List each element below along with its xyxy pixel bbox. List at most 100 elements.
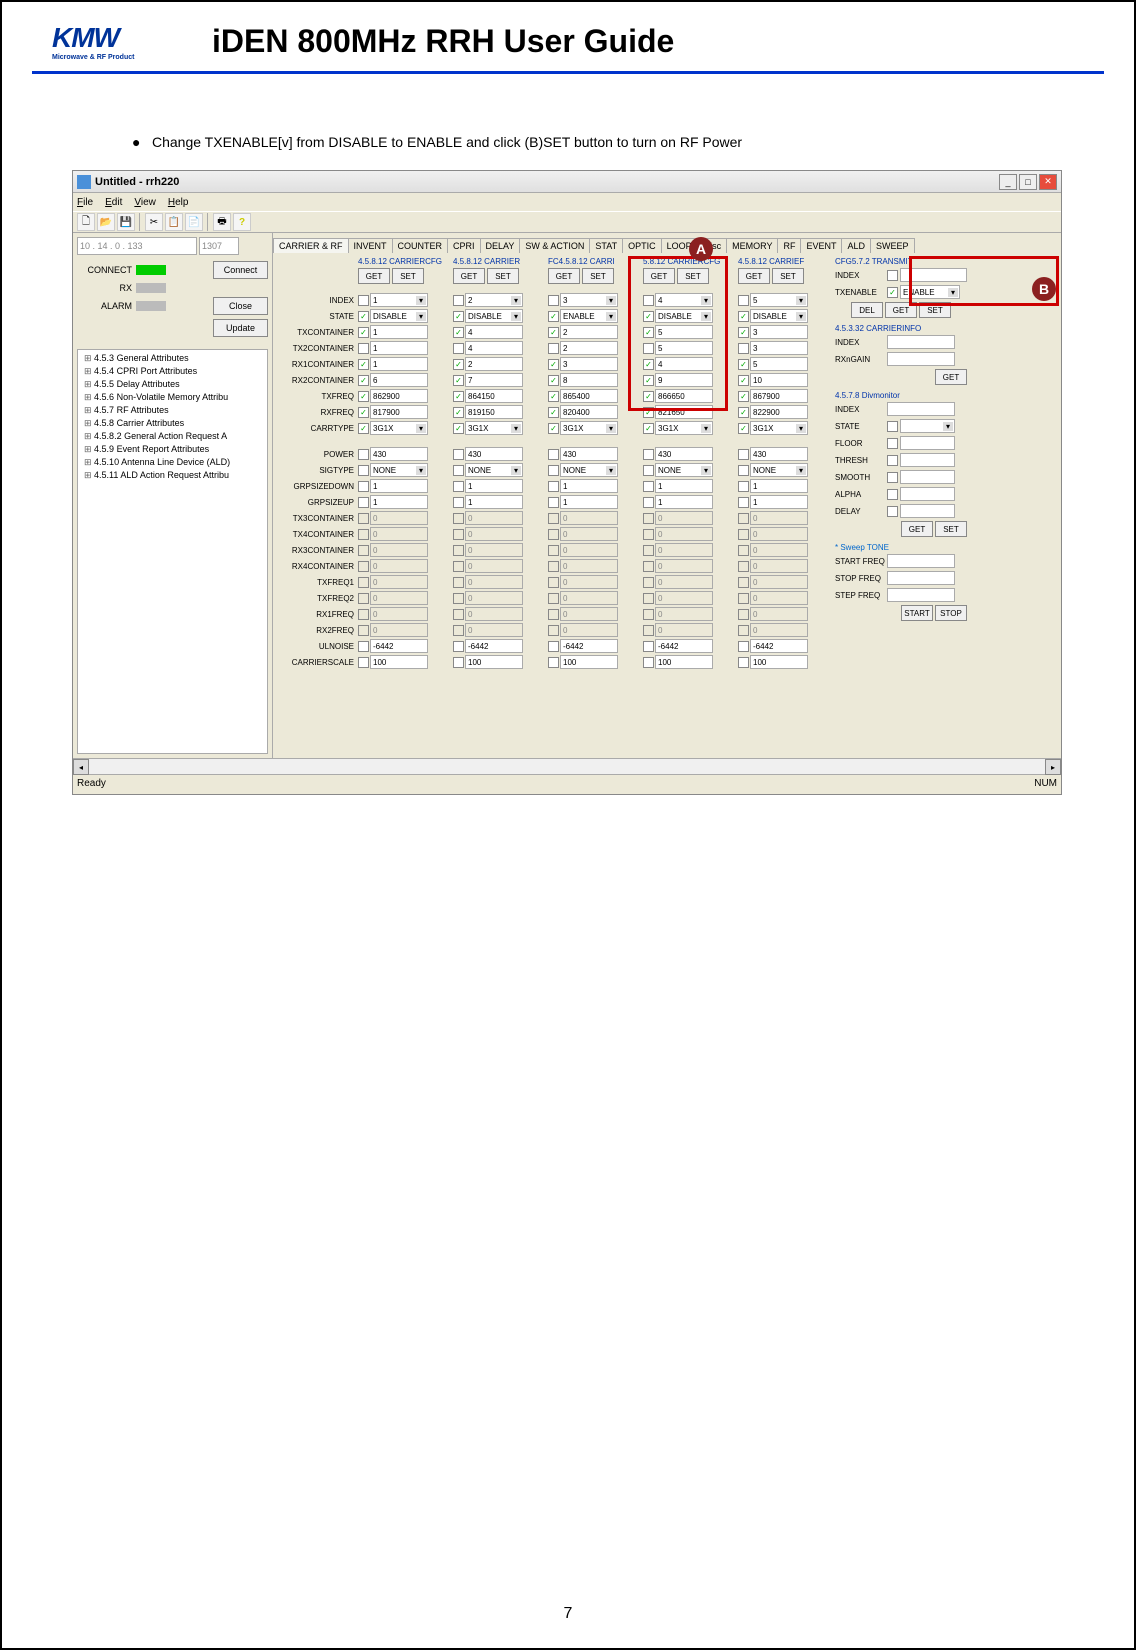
checkbox[interactable]: [358, 545, 369, 556]
input-field[interactable]: 821650: [655, 405, 713, 419]
checkbox[interactable]: [548, 593, 559, 604]
update-button[interactable]: Update: [213, 319, 268, 337]
tree-item[interactable]: 4.5.8.2 General Action Request A: [80, 430, 265, 443]
checkbox[interactable]: [738, 561, 749, 572]
select-field[interactable]: 3G1X: [370, 421, 428, 435]
checkbox[interactable]: [453, 513, 464, 524]
attribute-tree[interactable]: 4.5.3 General Attributes 4.5.4 CPRI Port…: [77, 349, 268, 754]
checkbox[interactable]: [548, 481, 559, 492]
copy-icon[interactable]: 📋: [165, 213, 183, 231]
input-field[interactable]: 2: [560, 341, 618, 355]
checkbox[interactable]: [738, 625, 749, 636]
checkbox[interactable]: [358, 343, 369, 354]
select-field[interactable]: 1: [370, 293, 428, 307]
checkbox[interactable]: ✓: [643, 423, 654, 434]
checkbox[interactable]: ✓: [887, 287, 898, 298]
input-field[interactable]: [887, 402, 955, 416]
get-button[interactable]: GET: [901, 521, 933, 537]
input-field[interactable]: 3: [750, 341, 808, 355]
checkbox[interactable]: [887, 421, 898, 432]
checkbox[interactable]: [358, 641, 369, 652]
checkbox[interactable]: ✓: [548, 311, 559, 322]
input-field[interactable]: [900, 504, 955, 518]
input-field[interactable]: 5: [655, 325, 713, 339]
checkbox[interactable]: [643, 529, 654, 540]
checkbox[interactable]: [453, 343, 464, 354]
checkbox[interactable]: [548, 449, 559, 460]
checkbox[interactable]: [358, 449, 369, 460]
input-field[interactable]: 430: [655, 447, 713, 461]
checkbox[interactable]: ✓: [453, 375, 464, 386]
tab-ald[interactable]: ALD: [841, 238, 871, 253]
checkbox[interactable]: [358, 609, 369, 620]
checkbox[interactable]: [358, 465, 369, 476]
checkbox[interactable]: [453, 641, 464, 652]
checkbox[interactable]: [738, 481, 749, 492]
tab-memory[interactable]: MEMORY: [726, 238, 778, 253]
checkbox[interactable]: [643, 343, 654, 354]
checkbox[interactable]: [548, 465, 559, 476]
checkbox[interactable]: [453, 657, 464, 668]
checkbox[interactable]: ✓: [738, 407, 749, 418]
input-field[interactable]: 100: [370, 655, 428, 669]
connect-button[interactable]: Connect: [213, 261, 268, 279]
input-field[interactable]: 1: [465, 495, 523, 509]
checkbox[interactable]: [738, 513, 749, 524]
minimize-button[interactable]: _: [999, 174, 1017, 190]
tab-sweep[interactable]: SWEEP: [870, 238, 915, 253]
checkbox[interactable]: ✓: [453, 391, 464, 402]
checkbox[interactable]: [738, 641, 749, 652]
input-field[interactable]: [900, 453, 955, 467]
checkbox[interactable]: [548, 513, 559, 524]
select-field[interactable]: DISABLE: [655, 309, 713, 323]
checkbox[interactable]: ✓: [358, 423, 369, 434]
tab-invent[interactable]: INVENT: [348, 238, 393, 253]
input-field[interactable]: [900, 470, 955, 484]
tree-item[interactable]: 4.5.4 CPRI Port Attributes: [80, 365, 265, 378]
tree-item[interactable]: 4.5.3 General Attributes: [80, 352, 265, 365]
checkbox[interactable]: ✓: [453, 359, 464, 370]
checkbox[interactable]: ✓: [548, 359, 559, 370]
input-field[interactable]: [887, 335, 955, 349]
input-field[interactable]: 1: [655, 479, 713, 493]
open-icon[interactable]: 📂: [97, 213, 115, 231]
input-field[interactable]: 1: [560, 495, 618, 509]
tab-delay[interactable]: DELAY: [480, 238, 521, 253]
get-button[interactable]: GET: [358, 268, 390, 284]
input-field[interactable]: 1: [370, 495, 428, 509]
input-field[interactable]: 1: [370, 357, 428, 371]
tab-stat[interactable]: STAT: [589, 238, 623, 253]
checkbox[interactable]: [453, 465, 464, 476]
tab-event[interactable]: EVENT: [800, 238, 842, 253]
menu-help[interactable]: Help: [168, 197, 189, 208]
checkbox[interactable]: [358, 577, 369, 588]
select-field[interactable]: 4: [655, 293, 713, 307]
select-field[interactable]: 3G1X: [465, 421, 523, 435]
set-button[interactable]: SET: [772, 268, 804, 284]
menu-view[interactable]: View: [134, 197, 156, 208]
tree-item[interactable]: 4.5.5 Delay Attributes: [80, 378, 265, 391]
checkbox[interactable]: [548, 609, 559, 620]
input-field[interactable]: 820400: [560, 405, 618, 419]
checkbox[interactable]: [358, 529, 369, 540]
checkbox[interactable]: ✓: [453, 311, 464, 322]
checkbox[interactable]: [548, 529, 559, 540]
checkbox[interactable]: [453, 295, 464, 306]
get-button[interactable]: GET: [453, 268, 485, 284]
input-field[interactable]: -6442: [750, 639, 808, 653]
checkbox[interactable]: [453, 529, 464, 540]
checkbox[interactable]: ✓: [643, 391, 654, 402]
checkbox[interactable]: [887, 489, 898, 500]
input-field[interactable]: 100: [750, 655, 808, 669]
input-field[interactable]: 100: [560, 655, 618, 669]
checkbox[interactable]: [453, 561, 464, 572]
select-field[interactable]: 2: [465, 293, 523, 307]
input-field[interactable]: 2: [465, 357, 523, 371]
checkbox[interactable]: [643, 625, 654, 636]
checkbox[interactable]: [453, 497, 464, 508]
maximize-button[interactable]: □: [1019, 174, 1037, 190]
input-field[interactable]: [887, 588, 955, 602]
save-icon[interactable]: 💾: [117, 213, 135, 231]
checkbox[interactable]: ✓: [453, 423, 464, 434]
checkbox[interactable]: ✓: [358, 327, 369, 338]
